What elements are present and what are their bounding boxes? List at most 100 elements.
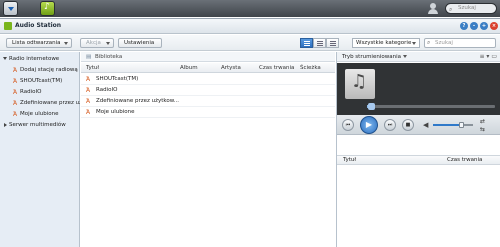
library-search-placeholder: Szukaj: [435, 40, 453, 46]
sidebar-group-label: Serwer multimediów: [9, 122, 66, 128]
search-icon: ⌕: [449, 6, 453, 13]
table-header: Tytuł Album Artysta Czas trwania Ścieżka: [81, 63, 335, 73]
category-value: Wszystkie kategorie: [356, 40, 412, 46]
taskbar-search-placeholder: Szukaj: [458, 5, 476, 11]
radio-tower-icon: Ά: [86, 109, 91, 116]
streaming-mode-select[interactable]: Tryb strumieniowania ≡ ▾ ▭: [337, 52, 500, 62]
volume-icon[interactable]: ◀: [423, 121, 428, 129]
close-button[interactable]: ×: [490, 22, 498, 30]
playlist-dropdown-button[interactable]: Lista odtwarzania: [6, 38, 72, 48]
window-titlebar[interactable]: Audio Station ? – + ×: [0, 19, 500, 34]
library-search-input[interactable]: ⌕ Szukaj: [424, 38, 496, 48]
sidebar-item-label: Zdefiniowane przez użytkownika: [20, 100, 80, 106]
playlist-header: Tytuł Czas trwania: [337, 155, 500, 165]
previous-button[interactable]: ⏮: [342, 119, 354, 131]
column-header-duration[interactable]: Czas trwania: [259, 63, 294, 73]
column-header-path[interactable]: Ścieżka: [300, 63, 321, 73]
table-row[interactable]: Ά Moje ulubione: [81, 107, 335, 118]
radio-tower-icon: Ά: [13, 78, 18, 85]
stop-button[interactable]: ■: [402, 119, 414, 131]
radio-tower-icon: Ά: [13, 100, 18, 107]
volume-slider[interactable]: [433, 124, 473, 126]
sidebar-item-label: Dodaj stację radiową: [20, 67, 78, 73]
taskbar: ⌕ Szukaj: [0, 0, 500, 17]
audio-station-app-icon: [4, 22, 12, 30]
sidebar-item-favorites[interactable]: Ά Moje ulubione: [0, 109, 80, 119]
audio-station-window: Audio Station ? – + × Lista odtwarzania …: [0, 18, 500, 247]
help-button[interactable]: ?: [460, 22, 468, 30]
column-header-title[interactable]: Tytuł: [86, 63, 99, 73]
user-icon[interactable]: [428, 3, 438, 14]
panel-menu-icon[interactable]: ≡ ▾ ▭: [479, 52, 497, 62]
row-title: Zdefiniowane przez użytkow...: [96, 98, 180, 104]
minimize-button[interactable]: –: [470, 22, 478, 30]
radio-tower-icon: Ά: [86, 76, 91, 83]
streaming-mode-label: Tryb strumieniowania: [342, 54, 401, 60]
breadcrumb-label: Biblioteka: [95, 54, 123, 60]
table-row[interactable]: Ά Zdefiniowane przez użytkow...: [81, 96, 335, 107]
row-title: RadioIO: [96, 87, 118, 93]
library-panel: ▤ Biblioteka Tytuł Album Artysta Czas tr…: [81, 52, 335, 247]
sidebar-item-label: SHOUTcast(TM): [20, 78, 63, 84]
radio-tower-icon: Ά: [13, 67, 18, 74]
sidebar-item-radioio[interactable]: Ά RadioIO: [0, 87, 80, 97]
playlist-label: Lista odtwarzania: [12, 40, 61, 46]
category-select[interactable]: Wszystkie kategorie: [352, 38, 420, 48]
radio-tower-icon: Ά: [13, 89, 18, 96]
next-button[interactable]: ⏭: [384, 119, 396, 131]
window-title: Audio Station: [15, 22, 62, 29]
row-title: Moje ulubione: [96, 109, 135, 115]
sidebar-group-label: Radio internetowe: [9, 56, 60, 62]
cover-view-button[interactable]: [326, 38, 339, 48]
search-icon: ⌕: [427, 39, 431, 46]
main-menu-button[interactable]: [3, 1, 18, 16]
detail-view-button[interactable]: [313, 38, 326, 48]
volume-handle[interactable]: [459, 122, 464, 128]
settings-button[interactable]: Ustawienia: [118, 38, 162, 48]
column-header-artist[interactable]: Artysta: [221, 63, 241, 73]
chevron-down-icon: [412, 42, 416, 45]
breadcrumb: ▤ Biblioteka: [81, 52, 335, 62]
table-row[interactable]: Ά SHOUTcast(TM): [81, 74, 335, 85]
detail-view-icon: [317, 41, 323, 46]
audio-station-taskbar-icon[interactable]: [40, 1, 55, 16]
sidebar-item-user-defined[interactable]: Ά Zdefiniowane przez użytkownika: [0, 98, 80, 108]
list-view-button[interactable]: [300, 38, 313, 48]
column-header-album[interactable]: Album: [180, 63, 198, 73]
action-dropdown-button[interactable]: Akcja: [80, 38, 114, 48]
collapse-triangle-icon: [4, 123, 7, 127]
sidebar-item-shoutcast[interactable]: Ά SHOUTcast(TM): [0, 76, 80, 86]
taskbar-search-input[interactable]: ⌕ Szukaj: [445, 3, 497, 14]
action-label: Akcja: [86, 40, 101, 46]
playback-controls: ⏮ ▶ ⏭ ■ ◀ ⇄ ⇆: [337, 115, 500, 135]
album-cover-music-note-icon: [345, 69, 375, 99]
playlist-column-duration[interactable]: Czas trwania: [447, 156, 482, 165]
volume-fill: [433, 124, 461, 126]
toolbar: Lista odtwarzania Akcja Ustawienia Wszys…: [0, 35, 500, 51]
settings-label: Ustawienia: [124, 40, 155, 46]
table-row[interactable]: Ά RadioIO: [81, 85, 335, 96]
maximize-button[interactable]: +: [480, 22, 488, 30]
sidebar-item-label: RadioIO: [20, 89, 42, 95]
playlist-column-title[interactable]: Tytuł: [343, 156, 356, 165]
radio-tower-icon: Ά: [86, 98, 91, 105]
sidebar-group-media-server[interactable]: Serwer multimediów: [0, 120, 80, 130]
radio-tower-icon: Ά: [13, 111, 18, 118]
chevron-down-icon: [64, 42, 68, 45]
sidebar-item-label: Moje ulubione: [20, 111, 59, 117]
playlist-body: [337, 166, 500, 247]
progress-handle[interactable]: [368, 103, 375, 110]
cover-view-icon: [330, 41, 336, 46]
sidebar-group-radio[interactable]: Radio internetowe: [0, 54, 80, 64]
list-view-icon: [304, 41, 310, 46]
row-title: SHOUTcast(TM): [96, 76, 139, 82]
progress-bar[interactable]: [367, 105, 495, 108]
play-button[interactable]: ▶: [360, 116, 378, 134]
radio-tower-icon: Ά: [86, 87, 91, 94]
shuffle-icon[interactable]: ⇆: [480, 126, 485, 133]
sidebar-item-add-station[interactable]: Ά Dodaj stację radiową: [0, 65, 80, 75]
expand-triangle-icon: [3, 57, 7, 60]
repeat-icon[interactable]: ⇄: [480, 118, 485, 125]
sidebar: Radio internetowe Ά Dodaj stację radiową…: [0, 52, 80, 247]
chevron-down-icon: [106, 42, 110, 45]
